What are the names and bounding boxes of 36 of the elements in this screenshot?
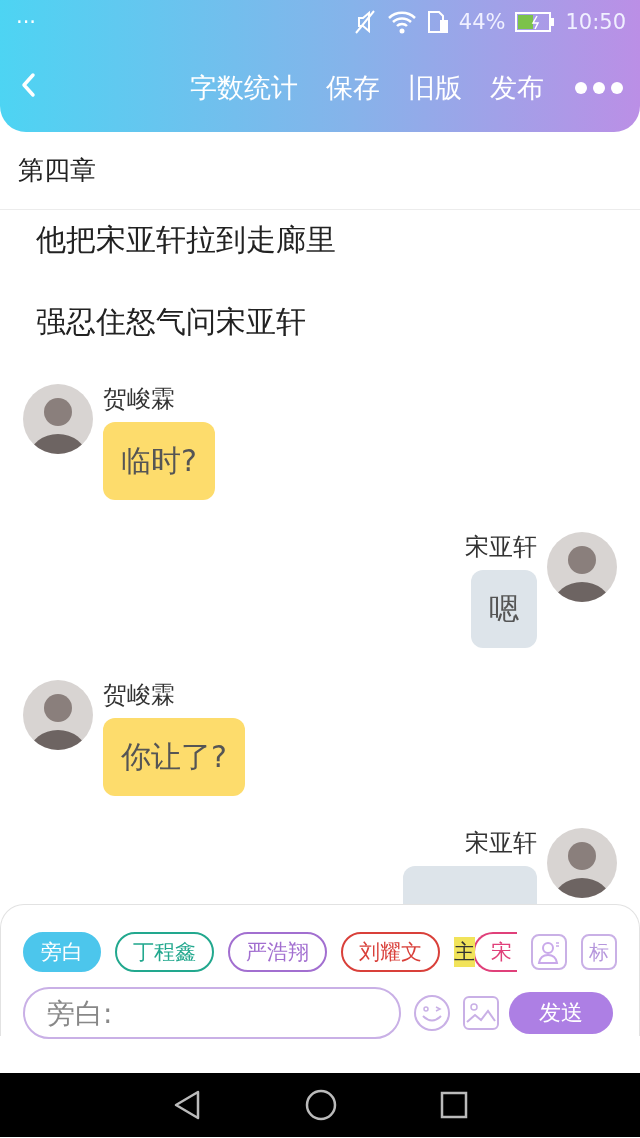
back-icon xyxy=(20,72,36,98)
toolbar-action[interactable]: 发布 xyxy=(490,70,544,106)
toolbar-action[interactable]: 旧版 xyxy=(408,70,462,106)
battery-icon xyxy=(515,11,556,33)
recents-nav-icon[interactable] xyxy=(440,1091,469,1119)
notification-dots: ··· xyxy=(16,10,37,34)
more-icon xyxy=(574,81,624,95)
role-tag[interactable]: 刘耀文 xyxy=(341,932,440,972)
wifi-icon xyxy=(386,10,417,34)
role-tag[interactable]: 宋 xyxy=(473,932,517,972)
main-role-badge: 主 xyxy=(454,937,475,967)
speaker-name: 贺峻霖 xyxy=(103,384,176,414)
more-button[interactable] xyxy=(574,81,624,95)
tag-button[interactable]: 标 xyxy=(581,934,617,970)
mute-icon xyxy=(352,9,377,35)
message-bubble[interactable]: 嗯 xyxy=(471,570,537,648)
speaker-name: 宋亚轩 xyxy=(465,828,537,858)
message-bubble[interactable]: 你让了? xyxy=(103,718,245,796)
narration-text: 强忍住怒气问宋亚轩 xyxy=(35,303,307,341)
role-tag[interactable]: 丁程鑫 xyxy=(115,932,214,972)
speaker-name: 宋亚轩 xyxy=(465,532,537,562)
role-tag[interactable]: 旁白 xyxy=(23,932,101,972)
message-input[interactable]: 旁白: xyxy=(23,987,401,1039)
battery-level: 44% xyxy=(458,10,506,34)
clock: 10:50 xyxy=(565,10,626,34)
speaker-name: 贺峻霖 xyxy=(103,680,176,710)
person-icon xyxy=(537,939,561,965)
send-button[interactable]: 发送 xyxy=(509,992,613,1034)
narration-text: 他把宋亚轩拉到走廊里 xyxy=(35,221,337,259)
chapter-title: 第四章 xyxy=(18,154,96,187)
toolbar-action[interactable]: 保存 xyxy=(326,70,380,106)
sim-icon xyxy=(426,10,449,34)
role-tag[interactable]: 严浩翔 xyxy=(228,932,327,972)
home-nav-icon[interactable] xyxy=(305,1089,337,1121)
toolbar-action[interactable]: 字数统计 xyxy=(190,70,298,106)
message-bubble[interactable]: 临时? xyxy=(103,422,215,500)
